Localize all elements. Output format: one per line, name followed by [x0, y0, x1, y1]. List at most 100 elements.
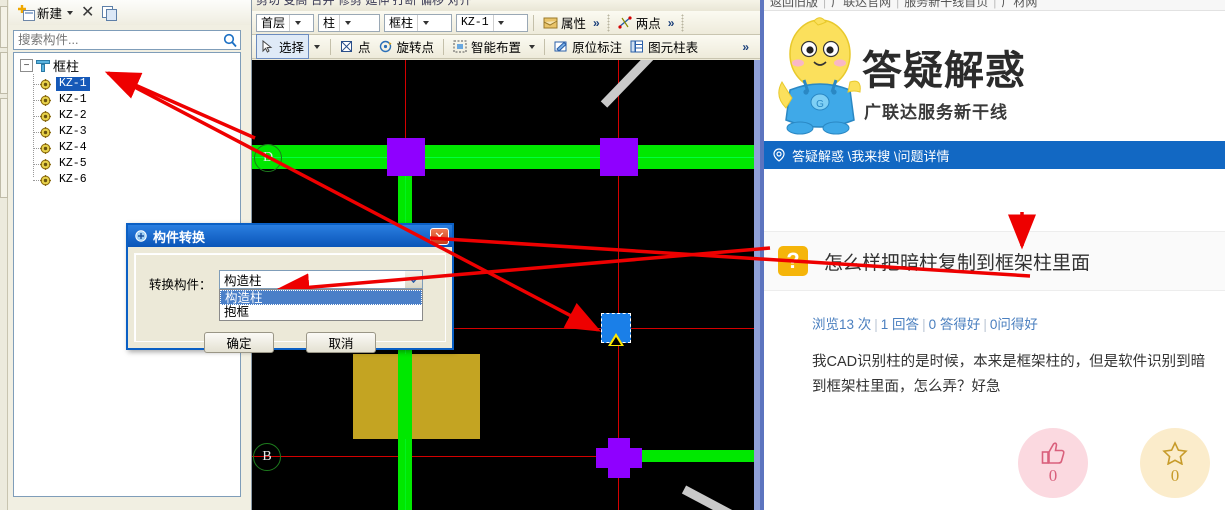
search-input[interactable] — [14, 30, 220, 50]
table-icon — [630, 40, 645, 54]
convert-target-select[interactable]: 构造柱 — [219, 270, 423, 289]
floor-selector[interactable]: 首层 — [256, 13, 314, 32]
vote-buttons: 0 0 — [1018, 428, 1210, 498]
cad-column[interactable] — [387, 138, 425, 176]
tree-item-label: KZ-1 — [56, 77, 90, 91]
rotate-point-label: 旋转点 — [396, 41, 435, 55]
site-top-nav-links[interactable]: 返回旧版 | 广联达官网 | 服务新干线首页 | 广材网 — [770, 0, 1037, 10]
two-point-button[interactable]: 两点 — [614, 11, 665, 34]
gear-icon — [40, 94, 51, 106]
ok-button[interactable]: 确定 — [204, 332, 274, 353]
top-nav-link-2[interactable]: 服务新干线首页 — [904, 0, 988, 9]
meta-divider: | — [874, 317, 878, 332]
answers-count: 1 回答 — [880, 317, 920, 332]
favorite-button[interactable]: 0 — [1140, 428, 1210, 498]
component-conversion-dialog[interactable]: 构件转换 ✕ 转换构件： 构造柱 构造柱 抱框 确定 取消 — [126, 223, 454, 353]
cad-slab[interactable] — [353, 354, 480, 439]
property-button[interactable]: 属性 — [539, 11, 590, 34]
top-nav-link-3[interactable]: 广材网 — [1001, 0, 1037, 9]
views-count: 浏览13 次 — [812, 317, 872, 332]
floor-value: 首层 — [261, 15, 286, 30]
gear-icon — [40, 126, 51, 138]
like-button[interactable]: 0 — [1018, 428, 1088, 498]
property-icon — [543, 16, 558, 30]
add-icon — [18, 5, 35, 21]
smart-layout-label: 智能布置 — [471, 41, 522, 55]
new-component-button[interactable]: 新建 — [15, 2, 76, 23]
convert-icon — [135, 230, 147, 242]
gear-icon — [40, 78, 51, 90]
convert-target-options[interactable]: 构造柱 抱框 — [219, 289, 423, 321]
toolbar-overflow-2[interactable]: » — [665, 16, 678, 30]
cad-upper-toolbar-clipped: 剪切 变高 合并 修剪 延伸 打断 偏移 对齐 — [252, 0, 760, 11]
good-answers-count: 0 答得好 — [928, 317, 981, 332]
location-pin-icon — [773, 148, 785, 162]
question-body: 我CAD识别柱的是时候，本来是框架柱的，但是软件识别到暗 到框架柱里面，怎么弄？… — [812, 350, 1225, 400]
nav-divider: | — [823, 0, 827, 9]
dialog-title: 构件转换 — [153, 229, 206, 245]
meta-divider: | — [983, 317, 987, 332]
tree-item-kz-4-4[interactable]: KZ-4 — [30, 140, 240, 156]
search-bar[interactable] — [13, 30, 241, 50]
point-tool-label: 点 — [358, 41, 371, 55]
chevron-down-icon[interactable] — [289, 14, 303, 31]
panel-left-edge — [0, 0, 8, 510]
chevron-down-icon[interactable] — [529, 44, 536, 49]
member-value: KZ-1 — [461, 15, 489, 29]
column-table-label: 图元柱表 — [648, 41, 699, 55]
tree-root-label: 框柱 — [53, 59, 80, 74]
chevron-down-icon[interactable] — [314, 44, 321, 49]
component-toolbar: 新建 ✕ — [9, 0, 251, 25]
point-tool-button[interactable]: 点 — [336, 35, 375, 58]
delete-component-button[interactable]: ✕ — [78, 4, 97, 21]
toolbar-overflow-3[interactable]: » — [739, 40, 752, 54]
category-selector[interactable]: 柱 — [318, 13, 380, 32]
gear-icon — [40, 142, 51, 154]
tree-item-kz-6-6[interactable]: KZ-6 — [30, 172, 240, 188]
cad-column[interactable] — [596, 438, 642, 478]
nav-divider: | — [993, 0, 997, 9]
top-nav-link-1[interactable]: 广联达官网 — [831, 0, 891, 9]
convert-option-0[interactable]: 构造柱 — [220, 290, 422, 305]
question-meta: 浏览13 次 | 1 回答 | 0 答得好 | 0问得好 — [812, 313, 1038, 333]
chevron-down-icon — [67, 10, 74, 15]
tree-children: KZ-1 KZ-1 KZ-2 KZ-3 KZ-4 KZ-5 KZ-6 — [30, 74, 240, 188]
tree-expander-icon[interactable]: − — [20, 59, 33, 72]
chevron-down-icon[interactable] — [492, 14, 507, 31]
smart-layout-button[interactable]: 智能布置 — [449, 35, 525, 58]
top-nav-link-0[interactable]: 返回旧版 — [770, 0, 818, 9]
tree-item-kz-3-3[interactable]: KZ-3 — [30, 124, 240, 140]
question-badge: ? — [778, 246, 808, 276]
new-component-label: 新建 — [37, 7, 63, 21]
type-value: 框柱 — [389, 15, 414, 30]
chevron-down-icon[interactable] — [339, 14, 353, 31]
chevron-down-icon[interactable] — [417, 14, 431, 31]
page-title: 怎么样把暗柱复制到框架柱里面 — [824, 252, 1091, 274]
select-tool-button[interactable]: 选择 — [256, 34, 310, 59]
convert-option-1[interactable]: 抱框 — [220, 305, 422, 320]
search-icon[interactable] — [220, 31, 240, 49]
tree-item-kz-1-1[interactable]: KZ-1 — [30, 92, 240, 108]
chevron-down-icon[interactable] — [405, 271, 422, 288]
tree-root-node[interactable]: − 框柱 — [14, 53, 240, 76]
dialog-titlebar: 构件转换 ✕ — [128, 225, 452, 247]
tree-item-label: KZ-4 — [59, 141, 87, 154]
tree-item-kz-5-5[interactable]: KZ-5 — [30, 156, 240, 172]
breadcrumb-text[interactable]: 答疑解惑 \我来搜 \问题详情 — [792, 146, 949, 165]
member-selector[interactable]: KZ-1 — [456, 13, 528, 32]
tree-item-kz-2-2[interactable]: KZ-2 — [30, 108, 240, 124]
brand-title: 答疑解惑 — [862, 48, 1026, 94]
inplace-annotation-button[interactable]: 原位标注 — [550, 35, 626, 58]
tree-item-kz-1-0[interactable]: KZ-1 — [30, 76, 240, 92]
dialog-body: 转换构件： 构造柱 构造柱 抱框 确定 取消 — [134, 253, 446, 353]
toolbar-overflow-1[interactable]: » — [590, 16, 603, 30]
cad-column[interactable] — [600, 138, 638, 176]
type-selector[interactable]: 框柱 — [384, 13, 452, 32]
close-icon[interactable]: ✕ — [430, 227, 449, 245]
two-point-icon — [618, 15, 633, 30]
copy-component-button[interactable] — [99, 5, 121, 21]
column-table-button[interactable]: 图元柱表 — [626, 35, 702, 58]
question-body-line: 我CAD识别柱的是时候，本来是框架柱的，但是软件识别到暗 — [812, 354, 1206, 370]
rotate-point-button[interactable]: 旋转点 — [375, 35, 439, 58]
cancel-button[interactable]: 取消 — [306, 332, 376, 353]
